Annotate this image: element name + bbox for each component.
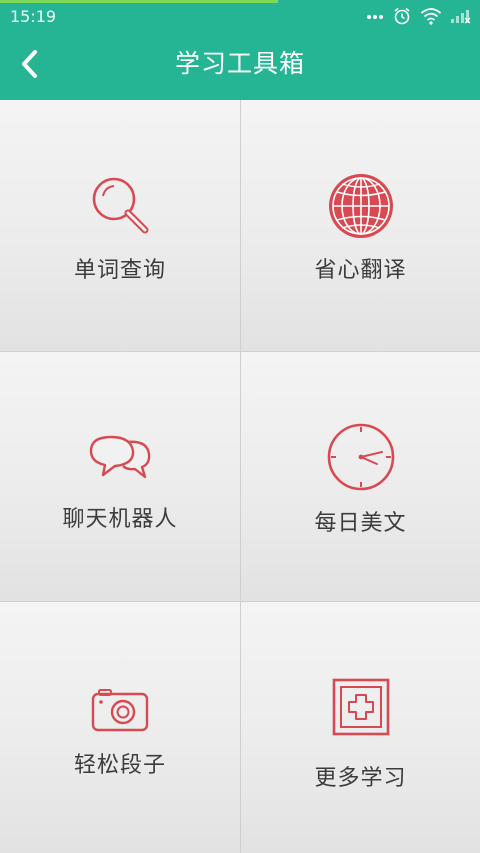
tool-label: 省心翻译: [314, 258, 407, 283]
status-time: 15:19: [10, 7, 57, 26]
nav-bar: 学习工具箱: [0, 32, 480, 100]
more-dots-icon: [366, 12, 384, 20]
alarm-icon: [392, 6, 412, 26]
tool-word-lookup[interactable]: 单词查询: [0, 100, 240, 351]
plus-box-icon: [241, 678, 480, 736]
tool-label: 更多学习: [314, 766, 407, 791]
tool-label: 每日美文: [314, 511, 407, 536]
wifi-icon: [420, 7, 442, 25]
signal-icon: [450, 8, 472, 24]
tool-translate[interactable]: 省心翻译: [241, 100, 480, 351]
status-bar: 15:19: [0, 0, 480, 32]
tool-chatbot[interactable]: 聊天机器人: [0, 352, 240, 601]
chat-bubbles-icon: [0, 434, 240, 482]
grid-divider: [240, 100, 241, 853]
page-title: 学习工具箱: [174, 49, 305, 78]
tool-jokes[interactable]: 轻松段子: [0, 602, 240, 853]
tool-label: 轻松段子: [73, 753, 166, 778]
status-icons: [366, 4, 472, 28]
tool-grid: 单词查询 省心翻译 聊天机器人 每日美文 轻松段子 更多学习: [0, 100, 480, 853]
grid-divider: [0, 351, 480, 352]
tool-label: 单词查询: [73, 258, 166, 283]
grid-divider: [0, 601, 480, 602]
camera-icon: [0, 688, 240, 732]
globe-icon: [241, 172, 480, 240]
clock-icon: [241, 422, 480, 492]
chevron-left-icon: [19, 49, 41, 83]
search-icon: [0, 172, 240, 238]
tool-more-learning[interactable]: 更多学习: [241, 602, 480, 853]
tool-daily-article[interactable]: 每日美文: [241, 352, 480, 601]
loading-progress-line: [0, 0, 278, 3]
tool-label: 聊天机器人: [62, 507, 178, 532]
back-button[interactable]: [6, 38, 54, 94]
